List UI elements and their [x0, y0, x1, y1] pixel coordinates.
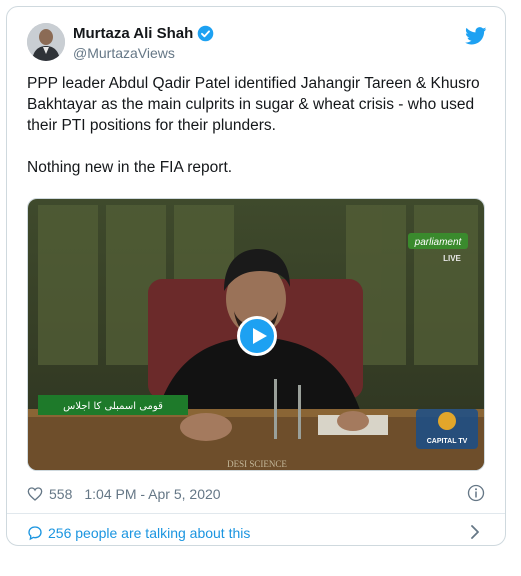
- avatar[interactable]: [27, 23, 65, 61]
- chevron-right-icon[interactable]: [470, 525, 480, 539]
- urdu-ticker-text: قومی اسمبلی کا اجلاس: [63, 401, 163, 412]
- divider: [7, 513, 505, 514]
- author-handle[interactable]: @MurtazaViews: [73, 45, 175, 61]
- tweet-paragraph: PPP leader Abdul Qadir Patel identified …: [27, 75, 480, 134]
- watermark-text: DESI SCIENCE: [227, 459, 287, 469]
- chat-bubble-icon: [28, 526, 42, 541]
- conversation-label[interactable]: 256 people are talking about this: [48, 525, 250, 541]
- tweet-timestamp[interactable]: 1:04 PM - Apr 5, 2020: [84, 486, 220, 502]
- channel-logo-text: CAPITAL TV: [427, 438, 468, 445]
- twitter-bird-icon[interactable]: [465, 27, 487, 45]
- like-count[interactable]: 558: [49, 486, 72, 502]
- tweet-card: Murtaza Ali Shah @MurtazaViews PPP leade…: [6, 6, 506, 546]
- conversation-link[interactable]: 256 people are talking about this: [27, 522, 489, 544]
- verified-icon: [198, 25, 214, 42]
- info-icon[interactable]: [467, 484, 485, 502]
- tweet-meta: 558 1:04 PM - Apr 5, 2020: [27, 483, 489, 505]
- heart-icon[interactable]: [27, 486, 43, 502]
- tweet-text: PPP leader Abdul Qadir Patel identified …: [27, 73, 489, 178]
- author-name[interactable]: Murtaza Ali Shah: [73, 25, 193, 42]
- tweet-paragraph: Nothing new in the FIA report.: [27, 159, 233, 176]
- video-player[interactable]: parliament LIVE قومی اسمبلی کا اجلاس CAP…: [27, 198, 485, 471]
- play-icon[interactable]: [237, 316, 277, 356]
- live-indicator: LIVE: [443, 254, 461, 263]
- avatar-image: [27, 23, 65, 61]
- parliament-logo-text: parliament: [414, 237, 463, 248]
- author-name-row[interactable]: Murtaza Ali Shah: [73, 25, 214, 42]
